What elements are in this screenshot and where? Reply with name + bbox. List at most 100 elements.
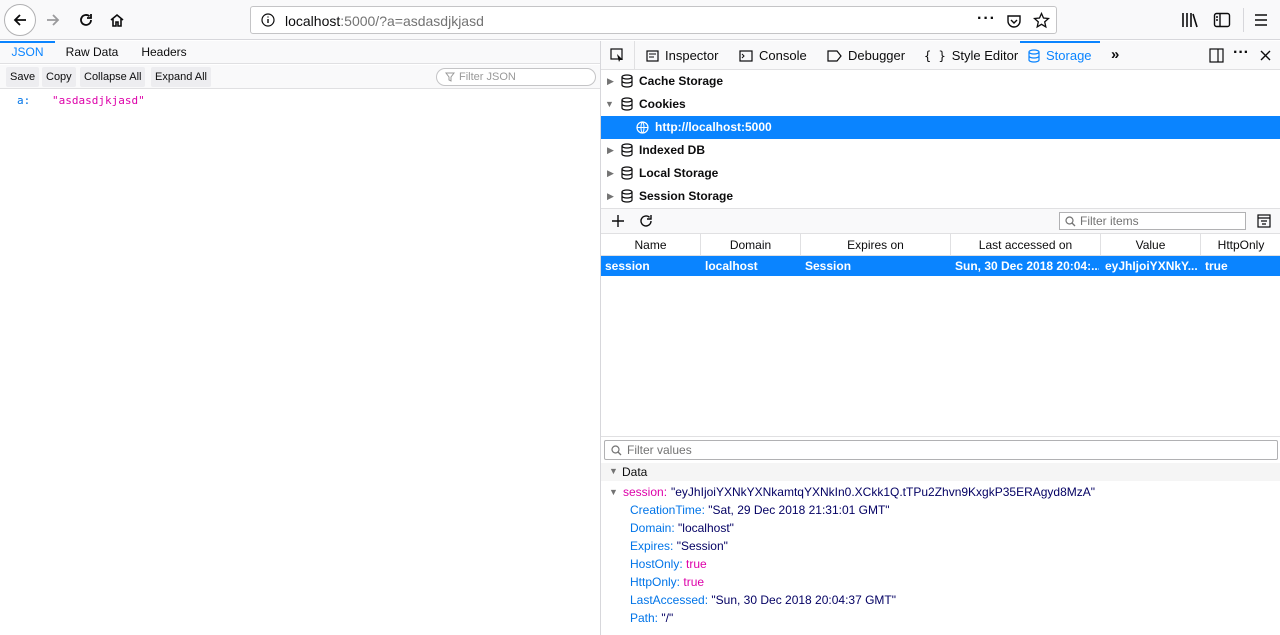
tree-item-indexed-db[interactable]: ▶ Indexed DB	[601, 139, 1280, 162]
tab-json[interactable]: JSON	[0, 41, 55, 64]
prop-http-only[interactable]: HttpOnly: true	[630, 575, 704, 589]
devtools-menu-icon[interactable]: ···	[1233, 44, 1249, 62]
column-expires-on[interactable]: Expires on	[801, 234, 951, 256]
prop-path[interactable]: Path: "/"	[630, 611, 673, 625]
forward-button[interactable]	[37, 4, 69, 36]
tab-divider	[634, 41, 635, 70]
filter-icon	[445, 72, 455, 82]
refresh-icon[interactable]	[639, 214, 653, 228]
tree-item-session-storage[interactable]: ▶ Session Storage	[601, 185, 1280, 208]
expand-arrow-icon[interactable]: ▶	[607, 185, 614, 208]
prop-last-accessed[interactable]: LastAccessed: "Sun, 30 Dec 2018 20:04:37…	[630, 593, 896, 607]
database-icon	[621, 189, 633, 203]
add-item-icon[interactable]	[611, 214, 625, 228]
database-icon	[621, 74, 633, 88]
column-domain[interactable]: Domain	[701, 234, 801, 256]
database-icon	[621, 166, 633, 180]
tree-item-cache-storage[interactable]: ▶ Cache Storage	[601, 70, 1280, 93]
prop-host-only[interactable]: HostOnly: true	[630, 557, 707, 571]
toggle-sidebar-icon[interactable]	[1257, 214, 1271, 228]
url-bar[interactable]: localhost:5000/?a=asdasdjkjasd ···	[250, 6, 1057, 34]
tab-style-editor[interactable]: { } Style Editor	[924, 41, 1018, 70]
tab-headers[interactable]: Headers	[131, 41, 197, 64]
braces-icon: { }	[924, 48, 946, 63]
column-httponly[interactable]: HttpOnly	[1201, 234, 1280, 256]
json-viewer: JSON Raw Data Headers Save Copy Collapse…	[0, 41, 600, 635]
collapse-all-button[interactable]: Collapse All	[80, 67, 146, 87]
tab-inspector[interactable]: Inspector	[646, 41, 718, 70]
toolbar-divider	[1243, 8, 1244, 32]
home-icon	[110, 13, 124, 27]
back-button[interactable]	[4, 4, 36, 36]
debugger-icon	[827, 49, 842, 62]
reload-button[interactable]	[70, 4, 102, 36]
cell-name: session	[605, 259, 650, 273]
expand-arrow-icon[interactable]: ▶	[607, 162, 614, 185]
search-icon	[1065, 216, 1076, 227]
hamburger-menu-icon[interactable]	[1253, 12, 1269, 28]
tab-console[interactable]: Console	[739, 41, 807, 70]
tab-storage[interactable]: Storage	[1020, 41, 1100, 70]
element-picker-icon[interactable]	[610, 48, 625, 63]
tree-item-localhost-cookies[interactable]: http://localhost:5000	[601, 116, 1280, 139]
prop-expires[interactable]: Expires: "Session"	[630, 539, 728, 553]
database-icon	[621, 97, 633, 111]
json-toolbar: Save Copy Collapse All Expand All Filter…	[0, 65, 600, 89]
reload-icon	[80, 14, 92, 26]
back-arrow-icon	[13, 14, 26, 26]
page-actions-icon[interactable]: ···	[977, 10, 996, 28]
library-icon[interactable]	[1181, 11, 1199, 29]
collapse-arrow-icon[interactable]: ▼	[609, 466, 618, 476]
save-button[interactable]: Save	[6, 67, 40, 87]
data-section-header[interactable]: ▼ Data	[601, 463, 1280, 481]
storage-toolbar: Filter items	[601, 208, 1280, 234]
console-icon	[739, 49, 753, 62]
browser-toolbar: localhost:5000/?a=asdasdjkjasd ···	[0, 0, 1280, 40]
json-key: a:	[17, 94, 31, 107]
info-icon[interactable]	[261, 13, 275, 27]
filter-items-input[interactable]: Filter items	[1059, 212, 1246, 230]
tree-item-cookies[interactable]: ▼ Cookies	[601, 93, 1280, 116]
cell-httponly: true	[1205, 259, 1228, 273]
column-last-accessed[interactable]: Last accessed on	[951, 234, 1101, 256]
expand-arrow-icon[interactable]: ▶	[607, 139, 614, 162]
devtools-panel: Inspector Console Debugger { } Style Edi…	[600, 41, 1280, 635]
expand-all-button[interactable]: Expand All	[151, 67, 211, 87]
prop-domain[interactable]: Domain: "localhost"	[630, 521, 734, 535]
tab-raw-data[interactable]: Raw Data	[57, 41, 127, 64]
prop-creation-time[interactable]: CreationTime: "Sat, 29 Dec 2018 21:31:01…	[630, 503, 890, 517]
json-tree: a: "asdasdjkjasd"	[0, 89, 600, 629]
cell-expires: Session	[805, 259, 852, 273]
more-tabs-chevron-icon[interactable]: »	[1111, 46, 1119, 63]
sidebar-icon[interactable]	[1213, 11, 1231, 29]
cell-last-accessed: Sun, 30 Dec 2018 20:04:...	[955, 259, 1099, 273]
copy-button[interactable]: Copy	[42, 67, 76, 87]
home-button[interactable]	[101, 4, 133, 36]
table-row[interactable]: session localhost Session Sun, 30 Dec 20…	[601, 256, 1280, 276]
json-value[interactable]: "asdasdjkjasd"	[52, 94, 145, 107]
database-icon	[621, 143, 633, 157]
collapse-arrow-icon[interactable]: ▼	[605, 93, 614, 116]
expand-arrow-icon[interactable]: ▶	[607, 70, 614, 93]
globe-icon	[636, 121, 649, 134]
collapse-arrow-icon[interactable]: ▼	[609, 487, 618, 497]
search-icon	[611, 445, 622, 456]
inspector-icon	[646, 49, 659, 62]
url-text: localhost:5000/?a=asdasdjkjasd	[285, 13, 484, 29]
storage-icon	[1028, 48, 1040, 63]
table-header: Name Domain Expires on Last accessed on …	[601, 234, 1280, 256]
tab-debugger[interactable]: Debugger	[827, 41, 905, 70]
filter-json-input[interactable]: Filter JSON	[436, 68, 596, 86]
devtools-tabs: Inspector Console Debugger { } Style Edi…	[601, 41, 1280, 70]
tree-item-local-storage[interactable]: ▶ Local Storage	[601, 162, 1280, 185]
column-name[interactable]: Name	[601, 234, 701, 256]
pocket-icon[interactable]	[1006, 13, 1022, 29]
forward-arrow-icon	[47, 14, 60, 26]
filter-values-input[interactable]: Filter values	[604, 440, 1278, 460]
json-viewer-tabs: JSON Raw Data Headers	[0, 41, 600, 64]
bookmark-star-icon[interactable]	[1033, 12, 1050, 29]
close-icon[interactable]	[1260, 50, 1271, 61]
column-value[interactable]: Value	[1101, 234, 1201, 256]
dock-side-icon[interactable]	[1209, 48, 1224, 63]
cookie-details: ▼ Data ▼ session: "eyJhIjoiYXNkYXNkamtqY…	[601, 463, 1280, 635]
